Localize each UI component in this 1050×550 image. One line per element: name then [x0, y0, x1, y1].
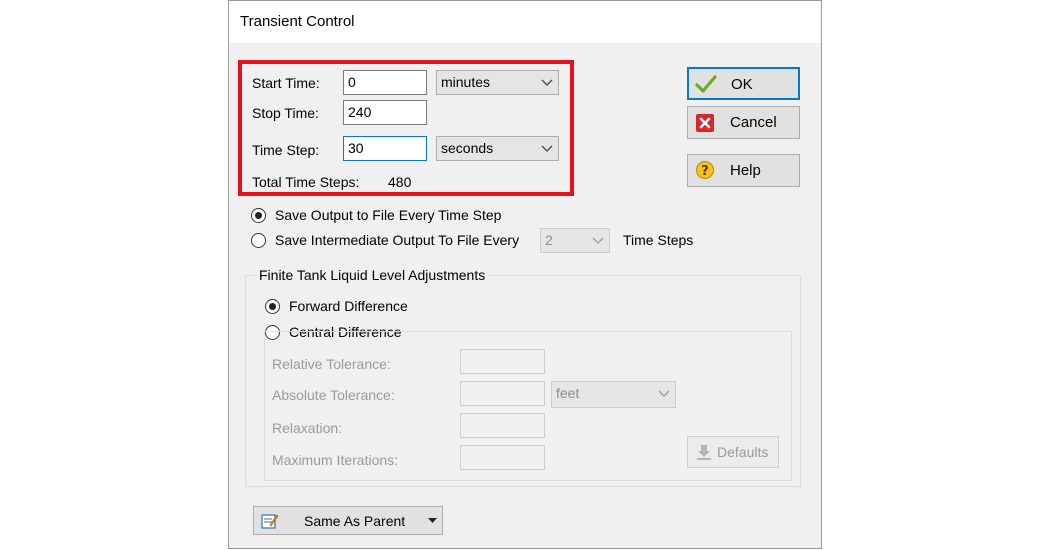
radio-forward-difference[interactable] — [265, 299, 280, 314]
transient-control-dialog: Transient Control Start Time: 0 minutes … — [228, 0, 822, 549]
time-step-units-select[interactable]: seconds — [436, 136, 559, 161]
checkmark-icon — [695, 75, 717, 93]
absolute-tolerance-label: Absolute Tolerance: — [272, 387, 395, 403]
maximum-iterations-input[interactable] — [460, 445, 545, 470]
radio-save-intermediate[interactable] — [251, 233, 266, 248]
time-step-input[interactable]: 30 — [343, 136, 427, 161]
maximum-iterations-label: Maximum Iterations: — [272, 452, 399, 468]
start-time-label: Start Time: — [252, 75, 320, 91]
chevron-down-icon — [658, 390, 670, 397]
intermediate-steps-select[interactable]: 2 — [540, 228, 610, 253]
relaxation-label: Relaxation: — [272, 420, 343, 436]
help-button-label: Help — [730, 162, 761, 179]
forward-difference-label: Forward Difference — [289, 298, 408, 314]
stop-time-label: Stop Time: — [252, 105, 319, 121]
chevron-down-icon — [541, 145, 553, 152]
radio-selected-dot — [255, 212, 262, 219]
ok-button-label: OK — [731, 76, 753, 93]
help-button[interactable]: ? Help — [687, 154, 800, 187]
chevron-down-icon — [541, 79, 553, 86]
absolute-tolerance-units-select[interactable]: feet — [551, 381, 676, 408]
radio-save-every-step[interactable] — [251, 208, 266, 223]
relative-tolerance-input[interactable] — [460, 349, 545, 374]
dropdown-caret-icon — [428, 518, 437, 523]
time-step-units-value: seconds — [441, 140, 494, 156]
start-time-units-value: minutes — [441, 74, 491, 90]
same-as-parent-label: Same As Parent — [304, 513, 406, 529]
time-step-label: Time Step: — [252, 142, 320, 158]
title-bar: Transient Control — [229, 1, 821, 43]
relaxation-input[interactable] — [460, 413, 545, 438]
total-time-steps-label: Total Time Steps: — [252, 174, 360, 190]
total-time-steps-value: 480 — [388, 174, 412, 190]
ok-button[interactable]: OK — [687, 67, 800, 100]
download-arrow-icon — [697, 445, 711, 460]
defaults-button[interactable]: Defaults — [687, 436, 779, 468]
svg-text:?: ? — [701, 164, 709, 179]
finite-tank-group-legend: Finite Tank Liquid Level Adjustments — [256, 267, 489, 283]
save-intermediate-label: Save Intermediate Output To File Every — [275, 232, 520, 248]
absolute-tolerance-input[interactable] — [460, 381, 545, 406]
save-every-step-label: Save Output to File Every Time Step — [275, 207, 502, 223]
edit-note-icon — [261, 514, 279, 529]
dialog-title: Transient Control — [240, 13, 355, 30]
relative-tolerance-label: Relative Tolerance: — [272, 356, 391, 372]
cancel-x-icon — [696, 114, 714, 132]
start-time-units-select[interactable]: minutes — [436, 70, 559, 95]
radio-selected-dot — [269, 303, 276, 310]
chevron-down-icon — [592, 237, 604, 244]
help-question-icon: ? — [696, 161, 714, 179]
start-time-input[interactable]: 0 — [343, 70, 427, 95]
time-steps-units-label: Time Steps — [623, 232, 694, 248]
cancel-button-label: Cancel — [730, 114, 777, 131]
intermediate-steps-value: 2 — [545, 232, 553, 248]
cancel-button[interactable]: Cancel — [687, 106, 800, 139]
stop-time-input[interactable]: 240 — [343, 100, 427, 125]
absolute-tolerance-units-value: feet — [556, 385, 580, 401]
same-as-parent-button[interactable]: Same As Parent — [253, 506, 443, 535]
defaults-button-label: Defaults — [717, 444, 769, 460]
